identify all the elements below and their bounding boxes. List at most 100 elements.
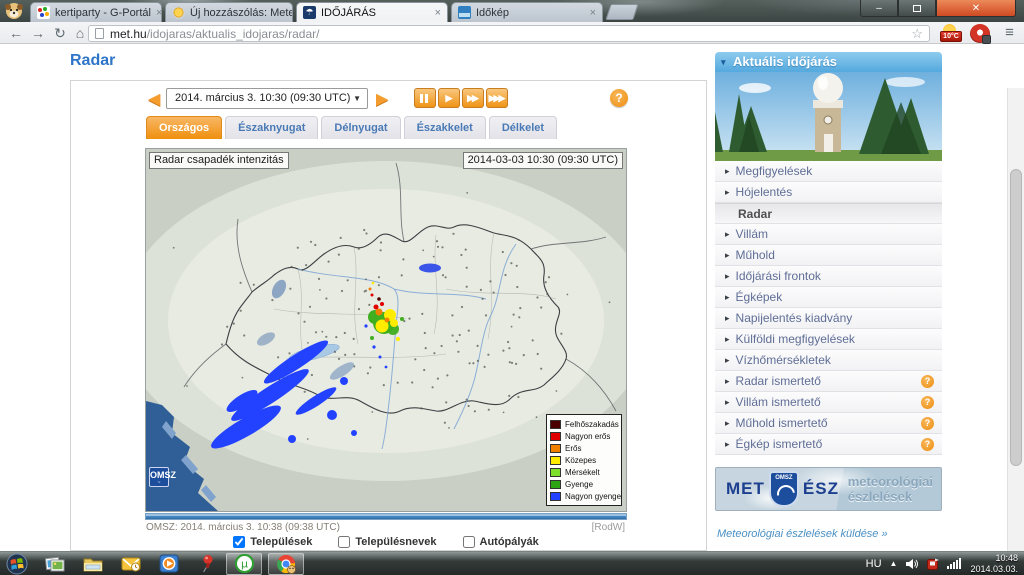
- checkbox-telepulesek[interactable]: Települések: [233, 536, 312, 548]
- autopalyak-checkbox[interactable]: [463, 536, 475, 548]
- chevron-down-icon: ▾: [721, 52, 726, 72]
- sidebar-item-kulfoldi-megfigyelesek[interactable]: ▸Külföldi megfigyelések: [715, 329, 942, 350]
- telepulesek-checkbox[interactable]: [233, 536, 245, 548]
- map-legend: Felhőszakadás Nagyon erős Erős Közepes M…: [546, 414, 622, 506]
- chrome-taskbar-button[interactable]: [268, 553, 304, 575]
- sidebar-item-muhold[interactable]: ▸Műhold: [715, 245, 942, 266]
- fast-forward-button[interactable]: ▶▶: [462, 88, 484, 108]
- sidebar-item-megfigyelesek[interactable]: ▸Megfigyelések: [715, 161, 942, 182]
- browser-tab-idojaras-active[interactable]: ☂ IDŐJÁRÁS ×: [296, 2, 448, 22]
- datetime-select[interactable]: 2014. március 3. 10:30 (09:30 UTC) ▼: [166, 88, 368, 109]
- start-button[interactable]: [4, 553, 30, 575]
- region-tab-delkelet[interactable]: Délkelet: [489, 116, 557, 139]
- map-overlay-datetime: 2014-03-03 10:30 (09:30 UTC): [463, 152, 623, 169]
- window-controls: – ✕: [860, 0, 1016, 17]
- chrome-menu-icon[interactable]: ≡: [998, 23, 1020, 43]
- sidebar-menu: ▸Megfigyelések ▸Hójelentés Radar ▸Villám…: [715, 161, 942, 455]
- arrow-right-icon: ▸: [725, 166, 730, 177]
- radar-map: Radar csapadék intenzitás 2014-03-03 10:…: [145, 148, 627, 512]
- tray-alert-icon[interactable]: [927, 558, 939, 570]
- blocker-extension-icon[interactable]: [970, 24, 990, 43]
- photo-viewer-icon[interactable]: [42, 553, 68, 575]
- help-badge-icon[interactable]: ?: [921, 396, 934, 409]
- pushpin-icon[interactable]: [194, 553, 220, 575]
- window-minimize-button[interactable]: –: [860, 0, 898, 17]
- region-tab-eszakkelet[interactable]: Északkelet: [404, 116, 486, 139]
- sidebar-item-radar-active[interactable]: Radar: [715, 203, 942, 224]
- sidebar-item-hojelentes[interactable]: ▸Hójelentés: [715, 182, 942, 203]
- region-tab-eszaknyugat[interactable]: Északnyugat: [225, 116, 318, 139]
- url-host: met.hu: [110, 27, 147, 41]
- next-frame-icon[interactable]: ▶: [376, 89, 388, 109]
- tray-expand-icon[interactable]: ▲: [890, 559, 898, 568]
- sidebar-item-egkep-ismerteto[interactable]: ▸Égkép ismertető?: [715, 434, 942, 455]
- window-close-button[interactable]: ✕: [936, 0, 1016, 17]
- pause-button[interactable]: [414, 88, 436, 108]
- utorrent-taskbar-button[interactable]: µ: [226, 553, 262, 575]
- browser-tab-gportal[interactable]: kertiparty - G-Portál ×: [30, 2, 162, 22]
- taskbar-clock[interactable]: 10:48 2014.03.03.: [970, 553, 1018, 575]
- help-button[interactable]: ?: [610, 89, 628, 107]
- fastest-forward-button[interactable]: ▶▶▶: [486, 88, 508, 108]
- help-badge-icon[interactable]: ?: [921, 417, 934, 430]
- arrow-right-icon: ▸: [725, 229, 730, 240]
- tab-close-icon[interactable]: ×: [590, 8, 596, 18]
- idokep-favicon: [458, 6, 471, 19]
- metesz-banner[interactable]: MET OMSZ ÉSZ meteorológiaiészlelések: [715, 467, 942, 511]
- legend-swatch: [550, 468, 561, 477]
- browser-tab-forum[interactable]: Új hozzászólás: Meteoroló ×: [165, 2, 293, 22]
- scrollbar-thumb[interactable]: [1010, 169, 1022, 466]
- sidebar-header[interactable]: ▾ Aktuális időjárás: [715, 52, 942, 72]
- forward-icon[interactable]: →: [28, 23, 48, 43]
- new-tab-button[interactable]: [605, 4, 638, 20]
- omsz-shield-logo: OMSZ: [769, 471, 799, 507]
- address-bar[interactable]: met.hu /idojaras/aktualis_idojaras/radar…: [88, 25, 930, 42]
- tab-close-icon[interactable]: ×: [435, 8, 441, 18]
- browser-tab-idokep[interactable]: Időkép ×: [451, 2, 603, 22]
- sidebar-item-villam[interactable]: ▸Villám: [715, 224, 942, 245]
- previous-frame-icon[interactable]: ◀: [148, 89, 160, 109]
- checkbox-telepulesnevek[interactable]: Településnevek: [338, 536, 436, 548]
- browser-tab-strip: kertiparty - G-Portál × Új hozzászólás: …: [0, 0, 1024, 22]
- sidebar-item-napijelentes-kiadvany[interactable]: ▸Napijelentés kiadvány: [715, 308, 942, 329]
- sidebar-item-idojarasi-frontok[interactable]: ▸Időjárási frontok: [715, 266, 942, 287]
- windows-taskbar: µ HU ▲: [0, 551, 1024, 575]
- esz-label: ÉSZ: [803, 479, 839, 499]
- network-signal-icon[interactable]: [947, 558, 962, 569]
- reload-icon[interactable]: ↻: [50, 23, 70, 43]
- mail-client-icon[interactable]: [118, 553, 144, 575]
- home-icon[interactable]: ⌂: [70, 23, 90, 43]
- dolphin-icon: ~: [158, 480, 161, 486]
- tab-title: kertiparty - G-Portál: [55, 7, 151, 19]
- play-button[interactable]: ▶: [438, 88, 460, 108]
- volume-icon[interactable]: [905, 558, 919, 570]
- help-badge-icon[interactable]: ?: [921, 375, 934, 388]
- map-layer-checkboxes: Települések Településnevek Autópályák: [145, 536, 627, 548]
- sidebar-item-vizhomersekletek[interactable]: ▸Vízhőmérsékletek: [715, 350, 942, 371]
- checkbox-autopalyak[interactable]: Autópályák: [463, 536, 539, 548]
- sidebar-item-radar-ismerteto[interactable]: ▸Radar ismertető?: [715, 371, 942, 392]
- sidebar-item-egkepek[interactable]: ▸Égképek: [715, 287, 942, 308]
- telepulesnevek-checkbox[interactable]: [338, 536, 350, 548]
- profile-avatar-puppy-icon[interactable]: [3, 1, 25, 21]
- window-maximize-button[interactable]: [898, 0, 936, 17]
- arrow-right-icon: ▸: [725, 250, 730, 261]
- browser-scrollbar[interactable]: [1007, 88, 1024, 575]
- animation-timeline-bar[interactable]: [145, 513, 627, 520]
- region-tab-orszagos[interactable]: Országos: [146, 116, 222, 139]
- system-tray: HU ▲ 10:48 2014.03.03.: [866, 553, 1024, 575]
- bookmark-star-icon[interactable]: ☆: [911, 26, 923, 42]
- file-explorer-icon[interactable]: [80, 553, 106, 575]
- arrow-right-icon: ▸: [725, 397, 730, 408]
- weather-extension-icon[interactable]: 10°C: [940, 24, 960, 43]
- region-tab-delnyugat[interactable]: Délnyugat: [321, 116, 400, 139]
- sidebar-item-muhold-ismerteto[interactable]: ▸Műhold ismertető?: [715, 413, 942, 434]
- media-player-icon[interactable]: [156, 553, 182, 575]
- arrow-right-icon: ▸: [725, 355, 730, 366]
- tab-close-icon[interactable]: ×: [156, 8, 162, 18]
- back-icon[interactable]: ←: [6, 23, 26, 43]
- sidebar-item-villam-ismerteto[interactable]: ▸Villám ismertető?: [715, 392, 942, 413]
- eszlelesek-kuldese-link[interactable]: Meteorológiai észlelések küldése »: [717, 528, 888, 540]
- help-badge-icon[interactable]: ?: [921, 438, 934, 451]
- language-indicator[interactable]: HU: [866, 558, 882, 570]
